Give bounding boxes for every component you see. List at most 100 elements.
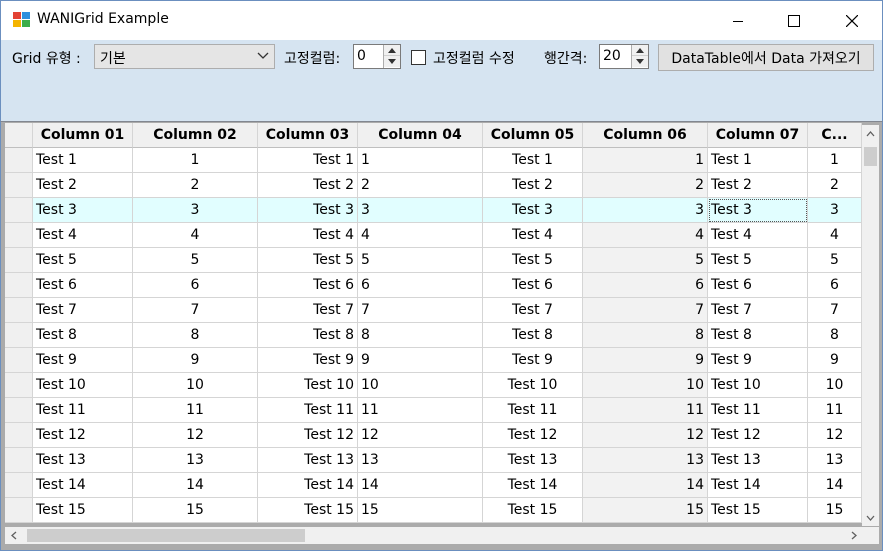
column-header[interactable]: Column 06 <box>583 123 708 148</box>
row-header[interactable] <box>5 173 33 198</box>
grid-cell[interactable]: 5 <box>358 248 483 273</box>
grid-cell[interactable]: 10 <box>583 373 708 398</box>
grid-cell[interactable]: Test 12 <box>483 423 583 448</box>
grid-cell[interactable]: 8 <box>133 323 258 348</box>
grid-cell[interactable]: 2 <box>808 173 862 198</box>
grid-cell[interactable]: Test 6 <box>483 273 583 298</box>
grid-cell[interactable]: 10 <box>808 373 862 398</box>
row-header[interactable] <box>5 423 33 448</box>
row-header[interactable] <box>5 473 33 498</box>
grid-cell[interactable]: 8 <box>808 323 862 348</box>
grid-cell[interactable]: Test 14 <box>483 473 583 498</box>
grid-cell[interactable]: 5 <box>808 248 862 273</box>
grid-cell[interactable]: 8 <box>358 323 483 348</box>
grid-cell[interactable]: Test 7 <box>483 298 583 323</box>
grid-cell[interactable]: Test 9 <box>708 348 808 373</box>
grid-cell[interactable]: 12 <box>358 423 483 448</box>
grid-cell[interactable]: 15 <box>808 498 862 523</box>
grid-cell[interactable]: Test 4 <box>708 223 808 248</box>
grid-cell[interactable]: 2 <box>358 173 483 198</box>
row-header[interactable] <box>5 298 33 323</box>
maximize-button[interactable] <box>771 1 817 41</box>
row-header[interactable] <box>5 448 33 473</box>
grid-cell[interactable]: Test 3 <box>708 198 808 223</box>
grid-cell[interactable]: Test 7 <box>258 298 358 323</box>
grid-cell[interactable]: 15 <box>583 498 708 523</box>
grid-cell[interactable]: Test 13 <box>708 448 808 473</box>
grid-cell[interactable]: 14 <box>358 473 483 498</box>
fixed-column-up-button[interactable] <box>384 45 400 56</box>
grid-cell[interactable]: Test 10 <box>708 373 808 398</box>
grid-cell[interactable]: Test 13 <box>33 448 133 473</box>
scroll-left-button[interactable] <box>5 527 22 544</box>
grid-cell[interactable]: 3 <box>583 198 708 223</box>
grid-cell[interactable]: 8 <box>583 323 708 348</box>
grid-cell[interactable]: Test 8 <box>258 323 358 348</box>
grid-cell[interactable]: 3 <box>808 198 862 223</box>
grid-cell[interactable]: Test 6 <box>258 273 358 298</box>
grid-cell[interactable]: 10 <box>358 373 483 398</box>
grid-cell[interactable]: Test 1 <box>258 148 358 173</box>
grid-cell[interactable]: Test 5 <box>483 248 583 273</box>
grid-cell[interactable]: Test 2 <box>708 173 808 198</box>
grid-cell[interactable]: Test 3 <box>33 198 133 223</box>
grid-cell[interactable]: Test 5 <box>33 248 133 273</box>
grid-cell[interactable]: 13 <box>808 448 862 473</box>
row-header[interactable] <box>5 348 33 373</box>
grid-cell[interactable]: Test 2 <box>483 173 583 198</box>
grid-cell[interactable]: Test 5 <box>708 248 808 273</box>
grid-cell[interactable]: 13 <box>133 448 258 473</box>
grid-cell[interactable]: Test 5 <box>258 248 358 273</box>
grid-cell[interactable]: Test 2 <box>258 173 358 198</box>
grid-cell[interactable]: 11 <box>583 398 708 423</box>
grid-cell[interactable]: Test 15 <box>483 498 583 523</box>
horizontal-scrollbar[interactable] <box>5 527 862 544</box>
grid-cell[interactable]: Test 10 <box>33 373 133 398</box>
grid-cell[interactable]: Test 2 <box>33 173 133 198</box>
grid-cell[interactable]: Test 13 <box>258 448 358 473</box>
grid-cell[interactable]: Test 1 <box>33 148 133 173</box>
grid-cell[interactable]: Test 8 <box>483 323 583 348</box>
column-header[interactable]: Column 01 <box>33 123 133 148</box>
grid-cell[interactable]: 2 <box>133 173 258 198</box>
grid-cell[interactable]: 1 <box>358 148 483 173</box>
grid-cell[interactable]: 6 <box>808 273 862 298</box>
grid-cell[interactable]: Test 14 <box>33 473 133 498</box>
grid-cell[interactable]: Test 15 <box>708 498 808 523</box>
row-header[interactable] <box>5 273 33 298</box>
grid-cell[interactable]: Test 15 <box>33 498 133 523</box>
row-header[interactable] <box>5 223 33 248</box>
grid-cell[interactable]: 4 <box>358 223 483 248</box>
grid-cell[interactable]: 14 <box>583 473 708 498</box>
row-header[interactable] <box>5 498 33 523</box>
row-header[interactable] <box>5 198 33 223</box>
grid-cell[interactable]: 4 <box>808 223 862 248</box>
grid-cell[interactable]: 15 <box>133 498 258 523</box>
grid-cell[interactable]: 5 <box>133 248 258 273</box>
grid-cell[interactable]: Test 9 <box>258 348 358 373</box>
grid-cell[interactable]: Test 15 <box>258 498 358 523</box>
grid-cell[interactable]: 9 <box>808 348 862 373</box>
horizontal-scroll-thumb[interactable] <box>27 529 305 542</box>
grid-cell[interactable]: 7 <box>358 298 483 323</box>
grid-cell[interactable]: Test 12 <box>33 423 133 448</box>
grid-cell[interactable]: 14 <box>808 473 862 498</box>
grid-cell[interactable]: 10 <box>133 373 258 398</box>
grid-cell[interactable]: Test 4 <box>483 223 583 248</box>
grid-cell[interactable]: 6 <box>583 273 708 298</box>
grid-cell[interactable]: Test 4 <box>258 223 358 248</box>
grid-cell[interactable]: 11 <box>133 398 258 423</box>
grid-cell[interactable]: 4 <box>583 223 708 248</box>
grid-cell[interactable]: 2 <box>583 173 708 198</box>
fixed-column-spinner[interactable]: 0 <box>353 44 401 69</box>
grid-cell[interactable]: Test 4 <box>33 223 133 248</box>
minimize-button[interactable] <box>715 1 761 41</box>
grid-cell[interactable]: Test 6 <box>33 273 133 298</box>
grid-cell[interactable]: Test 10 <box>483 373 583 398</box>
grid-cell[interactable]: 11 <box>358 398 483 423</box>
close-button[interactable] <box>829 1 875 41</box>
row-header[interactable] <box>5 373 33 398</box>
vertical-scroll-thumb[interactable] <box>864 147 877 166</box>
grid-cell[interactable]: Test 12 <box>258 423 358 448</box>
grid-type-select[interactable]: 기본 <box>94 44 275 69</box>
